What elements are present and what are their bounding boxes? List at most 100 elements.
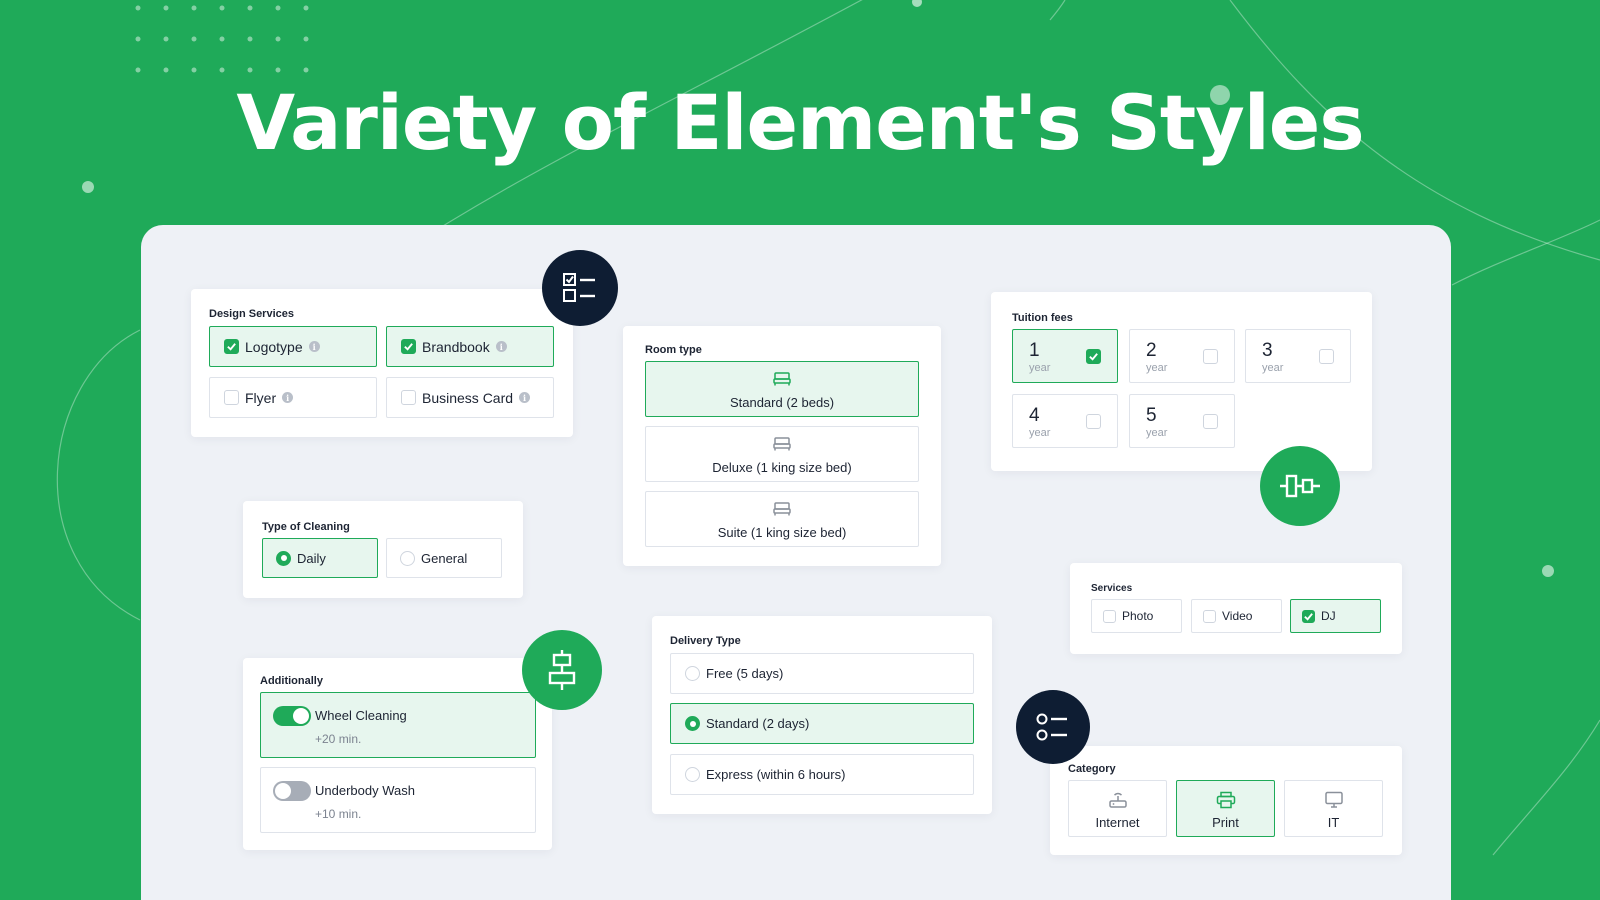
checkbox-icon xyxy=(1203,414,1218,429)
align-vertical-icon xyxy=(522,630,602,710)
card-title: Room type xyxy=(645,344,702,356)
option-label: Standard (2 beds) xyxy=(729,395,835,410)
option-suite-room[interactable]: Suite (1 king size bed) xyxy=(645,491,919,547)
card-title: Delivery Type xyxy=(670,635,741,647)
radio-icon xyxy=(685,666,700,681)
option-year-4[interactable]: 4 year xyxy=(1012,394,1118,448)
bed-icon xyxy=(773,502,791,516)
option-label: Business Card xyxy=(422,389,514,406)
card-title: Design Services xyxy=(209,308,294,320)
option-sub: +10 min. xyxy=(315,807,362,821)
option-label: Express (within 6 hours) xyxy=(706,767,846,782)
checkbox-checked-icon xyxy=(224,339,239,354)
radio-selected-icon xyxy=(685,716,700,731)
card-title: Category xyxy=(1068,763,1116,775)
option-year-3[interactable]: 3 year xyxy=(1245,329,1351,383)
printer-icon xyxy=(1216,791,1235,809)
checkbox-icon xyxy=(1103,609,1116,623)
room-type-card: Room type Standard (2 beds) Deluxe (1 ki… xyxy=(623,326,941,566)
option-label: Free (5 days) xyxy=(706,666,784,681)
option-brandbook[interactable]: Brandbook i xyxy=(386,326,554,367)
option-sub: +20 min. xyxy=(315,732,362,746)
checkbox-checked-icon xyxy=(401,339,416,354)
option-label: Brandbook xyxy=(422,338,490,355)
option-label: Standard (2 days) xyxy=(706,716,810,731)
option-label: Underbody Wash xyxy=(315,783,415,798)
year-number: 4 xyxy=(1029,405,1040,426)
option-wheel-cleaning[interactable]: Wheel Cleaning +20 min. xyxy=(260,692,536,758)
year-unit: year xyxy=(1146,362,1168,374)
option-general[interactable]: General xyxy=(386,538,502,578)
radio-list-icon xyxy=(1016,690,1090,764)
year-unit: year xyxy=(1029,427,1051,439)
hero-title: Variety of Element's Styles xyxy=(236,78,1364,167)
option-label: DJ xyxy=(1321,609,1336,623)
option-label: Internet xyxy=(1095,815,1140,830)
year-number: 3 xyxy=(1262,340,1273,361)
info-icon: i xyxy=(495,341,507,352)
radio-list-glyph xyxy=(1036,713,1067,741)
option-underbody-wash[interactable]: Underbody Wash +10 min. xyxy=(260,767,536,833)
checklist-icon xyxy=(542,250,618,326)
toggle-on[interactable] xyxy=(273,706,311,726)
toggle-off[interactable] xyxy=(273,781,311,801)
option-year-1[interactable]: 1 year xyxy=(1012,329,1118,383)
year-number: 2 xyxy=(1146,340,1157,361)
additionally-card: Additionally Wheel Cleaning +20 min. Und… xyxy=(243,658,552,850)
option-logotype[interactable]: Logotype i xyxy=(209,326,377,367)
option-photo[interactable]: Photo xyxy=(1091,599,1182,633)
bed-icon xyxy=(773,437,791,451)
radio-selected-icon xyxy=(276,550,291,566)
checkbox-icon xyxy=(224,390,239,405)
align-vertical-glyph xyxy=(548,650,576,690)
year-number: 5 xyxy=(1146,405,1157,426)
router-icon xyxy=(1108,792,1127,808)
checkbox-icon xyxy=(1086,414,1101,429)
option-daily[interactable]: Daily xyxy=(262,538,378,578)
card-title: Type of Cleaning xyxy=(262,521,350,533)
option-label: Flyer xyxy=(245,389,277,406)
category-card: Category Internet Print IT xyxy=(1050,746,1402,855)
design-services-card: Design Services Logotype i Brandbook i F… xyxy=(191,289,573,437)
option-business-card[interactable]: Business Card i xyxy=(386,377,554,418)
option-video[interactable]: Video xyxy=(1191,599,1282,633)
option-flyer[interactable]: Flyer i xyxy=(209,377,377,418)
option-print[interactable]: Print xyxy=(1176,780,1275,837)
radio-icon xyxy=(685,767,700,782)
year-number: 1 xyxy=(1029,340,1040,361)
year-unit: year xyxy=(1029,362,1051,374)
option-year-5[interactable]: 5 year xyxy=(1129,394,1235,448)
align-horizontal-glyph xyxy=(1280,474,1320,498)
card-title: Services xyxy=(1091,583,1133,594)
option-label: Wheel Cleaning xyxy=(315,708,407,723)
checkbox-icon xyxy=(401,390,416,405)
radio-icon xyxy=(400,550,415,566)
checkbox-icon xyxy=(1319,349,1334,364)
delivery-type-card: Delivery Type Free (5 days) Standard (2 … xyxy=(652,616,992,814)
option-standard-room[interactable]: Standard (2 beds) xyxy=(645,361,919,417)
option-label: IT xyxy=(1327,815,1340,830)
card-title: Additionally xyxy=(260,675,323,687)
option-label: Photo xyxy=(1122,609,1154,623)
option-label: Deluxe (1 king size bed) xyxy=(712,460,852,475)
checkbox-icon xyxy=(1203,609,1216,623)
option-deluxe-room[interactable]: Deluxe (1 king size bed) xyxy=(645,426,919,482)
option-internet[interactable]: Internet xyxy=(1068,780,1167,837)
align-horizontal-icon xyxy=(1260,446,1340,526)
option-dj[interactable]: DJ xyxy=(1290,599,1381,633)
option-express-delivery[interactable]: Express (within 6 hours) xyxy=(670,754,974,795)
option-it[interactable]: IT xyxy=(1284,780,1383,837)
services-card: Services Photo Video DJ xyxy=(1070,563,1402,654)
option-label: Print xyxy=(1212,815,1239,830)
option-label: General xyxy=(421,550,468,566)
option-standard-delivery[interactable]: Standard (2 days) xyxy=(670,703,974,744)
option-label: Logotype xyxy=(245,338,303,355)
option-year-2[interactable]: 2 year xyxy=(1129,329,1235,383)
year-unit: year xyxy=(1262,362,1284,374)
checkbox-checked-icon xyxy=(1302,609,1315,623)
monitor-icon xyxy=(1324,791,1343,808)
option-free-delivery[interactable]: Free (5 days) xyxy=(670,653,974,694)
tuition-fees-card: Tuition fees 1 year 2 year 3 year 4 year… xyxy=(991,292,1372,471)
info-icon: i xyxy=(282,392,294,403)
checklist-glyph xyxy=(563,273,595,302)
